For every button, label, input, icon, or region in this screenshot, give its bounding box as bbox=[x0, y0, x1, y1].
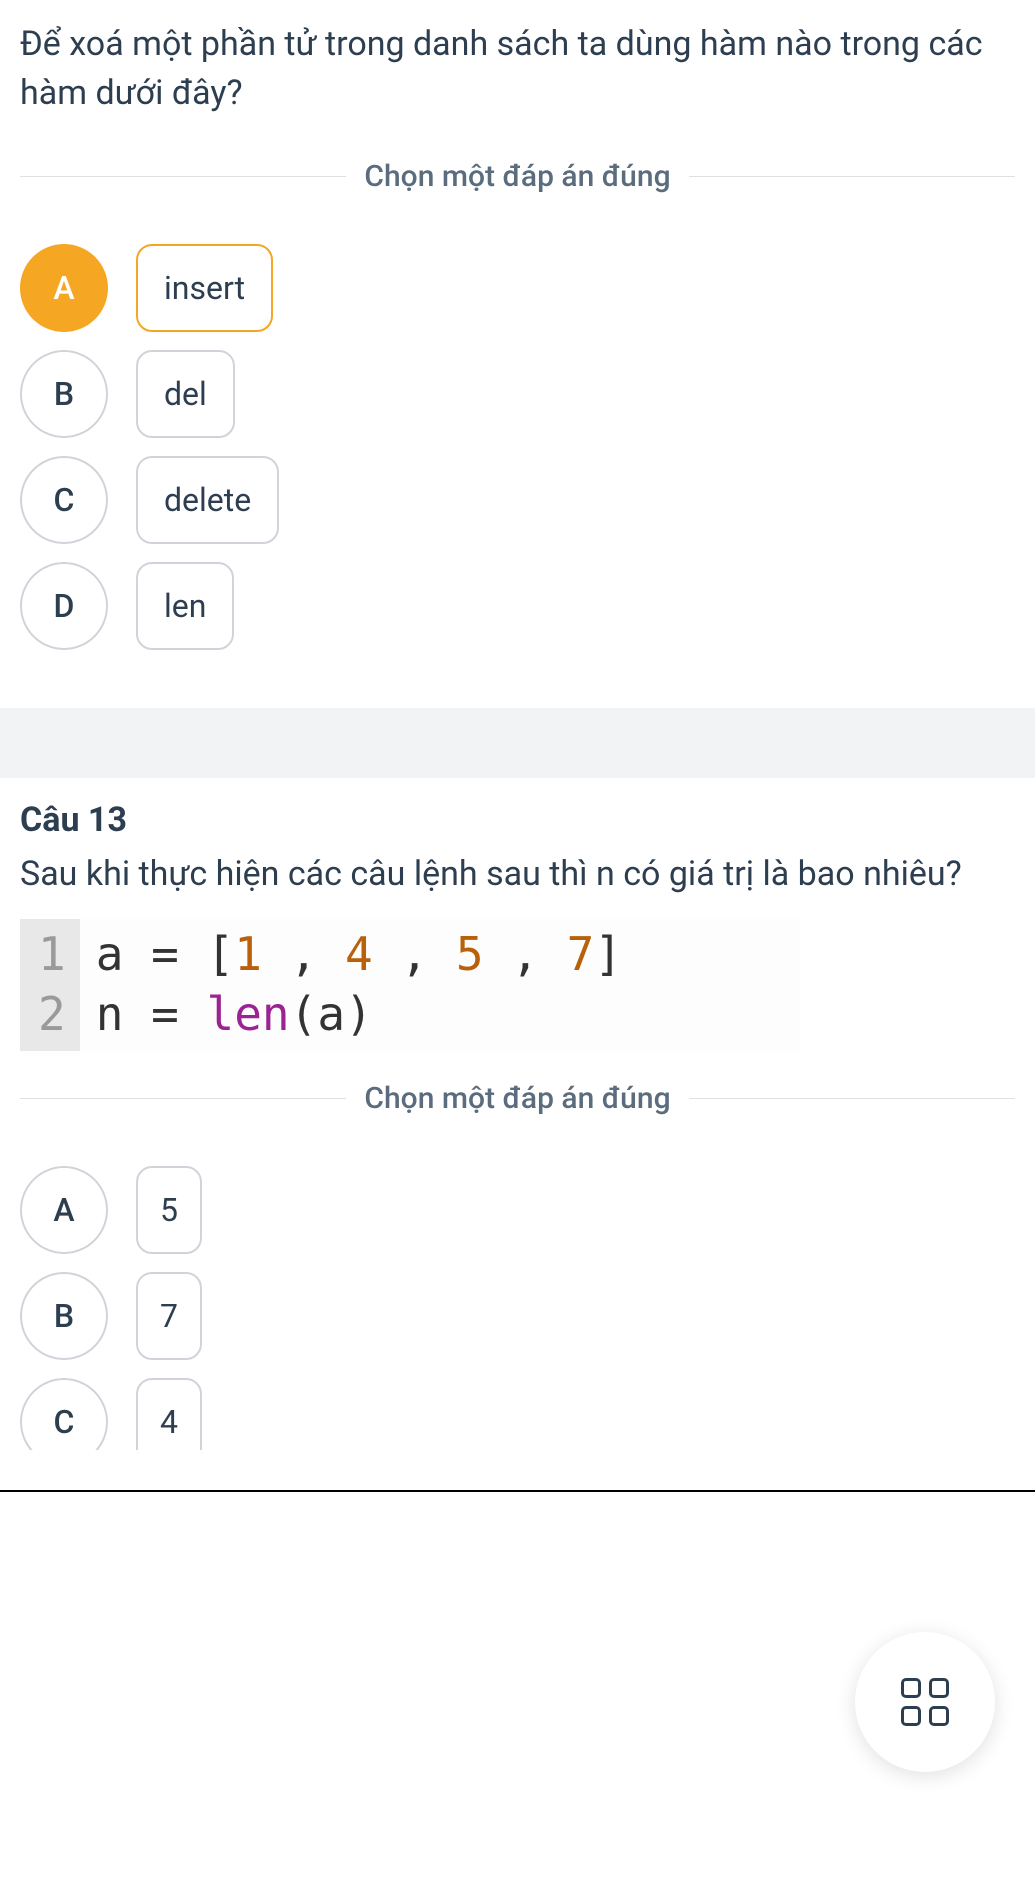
code-block: 12 a = [1 , 4 , 5 , 7]n = len(a) bbox=[20, 919, 800, 1051]
option-letter: D bbox=[20, 562, 108, 650]
instruction-text: Chọn một đáp án đúng bbox=[346, 1081, 688, 1116]
option-a[interactable]: A insert bbox=[20, 244, 1015, 332]
grid-icon bbox=[901, 1678, 949, 1726]
option-letter: C bbox=[20, 456, 108, 544]
divider-line bbox=[20, 1098, 346, 1099]
option-c[interactable]: C delete bbox=[20, 456, 1015, 544]
bottom-edge bbox=[0, 1490, 1035, 1492]
divider-line bbox=[20, 176, 346, 177]
option-letter: B bbox=[20, 1272, 108, 1360]
code-content: a = [1 , 4 , 5 , 7]n = len(a) bbox=[80, 919, 638, 1051]
question-13: Câu 13 Sau khi thực hiện các câu lệnh sa… bbox=[0, 778, 1035, 1490]
option-letter: A bbox=[20, 244, 108, 332]
section-gap bbox=[0, 708, 1035, 778]
instruction-text: Chọn một đáp án đúng bbox=[346, 159, 688, 194]
option-letter: B bbox=[20, 350, 108, 438]
option-text: 4 bbox=[136, 1378, 202, 1450]
option-text: len bbox=[136, 562, 234, 650]
instruction-divider: Chọn một đáp án đúng bbox=[20, 159, 1015, 194]
question-title: Câu 12 bbox=[20, 0, 1015, 12]
option-c[interactable]: C 4 bbox=[20, 1378, 1015, 1450]
question-prompt: Sau khi thực hiện các câu lệnh sau thì n… bbox=[20, 850, 1015, 899]
question-12: Câu 12 Để xoá một phần tử trong danh sác… bbox=[0, 0, 1035, 708]
option-text: 7 bbox=[136, 1272, 202, 1360]
code-gutter: 12 bbox=[20, 919, 80, 1051]
option-b[interactable]: B 7 bbox=[20, 1272, 1015, 1360]
option-a[interactable]: A 5 bbox=[20, 1166, 1015, 1254]
option-b[interactable]: B del bbox=[20, 350, 1015, 438]
divider-line bbox=[689, 176, 1015, 177]
option-text: 5 bbox=[136, 1166, 202, 1254]
divider-line bbox=[689, 1098, 1015, 1099]
option-letter: C bbox=[20, 1378, 108, 1450]
grid-fab-button[interactable] bbox=[855, 1632, 995, 1772]
option-d[interactable]: D len bbox=[20, 562, 1015, 650]
question-prompt: Để xoá một phần tử trong danh sách ta dù… bbox=[20, 20, 1015, 119]
option-text: del bbox=[136, 350, 235, 438]
option-text: insert bbox=[136, 244, 273, 332]
instruction-divider: Chọn một đáp án đúng bbox=[20, 1081, 1015, 1116]
question-title: Câu 13 bbox=[20, 778, 1015, 842]
option-letter: A bbox=[20, 1166, 108, 1254]
option-text: delete bbox=[136, 456, 279, 544]
